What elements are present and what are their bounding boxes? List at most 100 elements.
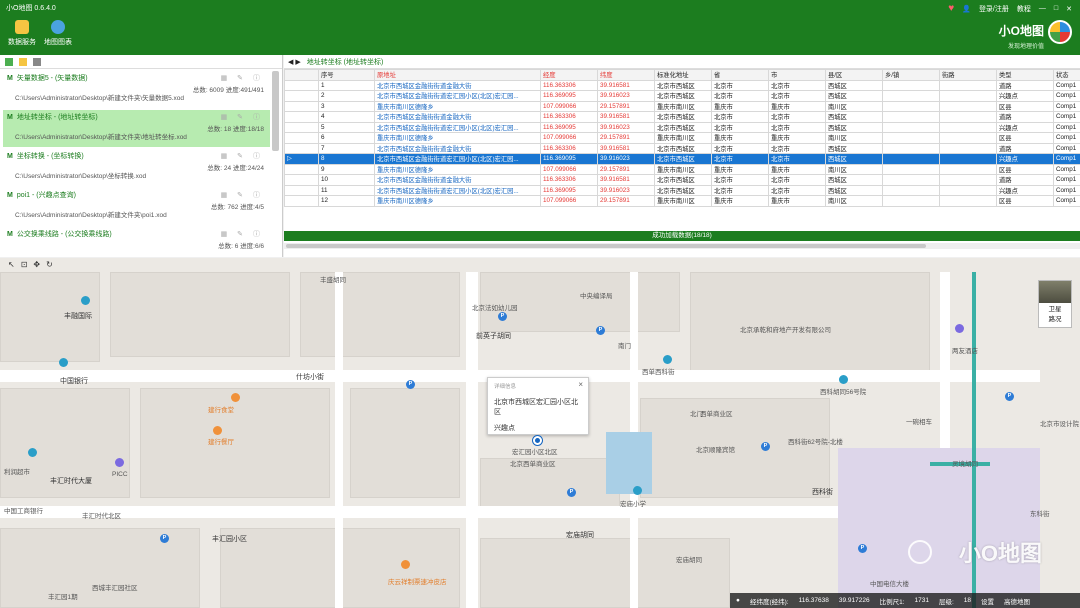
table-cell: 北京市 (711, 90, 769, 102)
task-action-icons[interactable]: ▦ ✎ ⓘ (221, 112, 264, 122)
column-header[interactable]: 序号 (318, 69, 375, 81)
table-row[interactable]: 5 北京市西城区金融街街道宏汇园小区(北区)宏汇园... 116.369095 39.… (284, 121, 1080, 133)
bank-icon[interactable] (59, 358, 68, 367)
table-row[interactable]: 10 北京市西城区金融街街道金融大街 116.363306 39.916581 北京市西… (284, 174, 1080, 186)
row-selector[interactable] (284, 195, 319, 207)
open-folder-icon[interactable] (19, 57, 27, 66)
column-header[interactable]: 标准化地址 (654, 69, 712, 81)
row-selector[interactable] (284, 121, 319, 133)
map-view[interactable]: ↖ ⊡ ✥ ↻ P P P P P P P P 丰融国际 中国银行 什坊小街 建… (0, 258, 1080, 608)
close-button[interactable]: ✕ (1066, 5, 1072, 13)
column-header[interactable]: 市 (768, 69, 826, 81)
new-task-icon[interactable] (5, 57, 13, 66)
satellite-thumbnail[interactable] (1039, 281, 1071, 303)
location-marker-icon[interactable] (533, 436, 542, 445)
row-selector[interactable] (284, 184, 319, 196)
row-selector[interactable] (284, 100, 319, 112)
task-item[interactable]: Mpoi1 - (兴趣点查询) ▦ ✎ ⓘ 总数: 762 进度:4/5 C:\… (3, 188, 270, 226)
map-source[interactable]: 高德地图 (1004, 596, 1030, 606)
tutorial-link[interactable]: 教程 (1017, 4, 1031, 14)
map-chart-button[interactable]: 地图图表 (38, 20, 78, 47)
column-header[interactable]: 经度 (540, 69, 598, 81)
row-selector[interactable] (284, 163, 319, 175)
row-selector[interactable] (284, 174, 319, 186)
column-header[interactable]: 纬度 (597, 69, 655, 81)
task-item[interactable]: M 公交换乘线路 - (公交换乘线路) ▦ ✎ ⓘ 总数: 6 进度:6/6 (3, 227, 270, 255)
settings-button[interactable]: 设置 (981, 596, 994, 606)
table-row[interactable]: ▷ 8 北京市西城区金融街街道宏汇园小区(北区)宏汇园... 116.369095 39… (284, 153, 1080, 165)
task-scrollbar[interactable] (272, 71, 279, 151)
list-icon[interactable] (33, 57, 41, 66)
table-row[interactable]: 11 北京市西城区金融街街道宏汇园小区(北区)宏汇园... 116.369095 39… (284, 184, 1080, 196)
table-row[interactable]: 4 北京市西城区金融街街道金融大街 116.363306 39.916581 北京市西城… (284, 111, 1080, 123)
parking-icon[interactable]: P (858, 544, 867, 553)
zoom-extent-icon[interactable]: ⊡ (21, 260, 28, 269)
row-selector[interactable] (284, 111, 319, 123)
minimize-button[interactable]: — (1039, 5, 1046, 12)
restaurant-icon[interactable] (213, 426, 222, 435)
task-action-icons[interactable]: ▦ ✎ ⓘ (221, 151, 264, 161)
table-row[interactable]: 6 重庆市南川区德隆乡 107.099066 29.157891 重庆市南川区 重庆市 重庆… (284, 132, 1080, 144)
task-item-active[interactable]: M 地址转坐标 - (地址转坐标) ▦ ✎ ⓘ 总数: 18 进度:18/18 C… (3, 110, 270, 147)
parking-icon[interactable]: P (596, 326, 605, 335)
tab-address-to-coord[interactable]: 地址转坐标 (地址转坐标) (307, 57, 384, 67)
building-icon[interactable] (663, 355, 672, 364)
table-row[interactable]: 12 重庆市南川区德隆乡 107.099066 29.157891 重庆市南川区 重庆市重… (284, 195, 1080, 207)
bus-stop-icon[interactable] (81, 296, 90, 305)
table-row[interactable]: 9 重庆市南川区德隆乡 107.099066 29.157891 重庆市南川区 重庆市 重庆… (284, 163, 1080, 175)
column-header[interactable]: 原地址 (374, 69, 541, 81)
task-item[interactable]: M 坐标转换 - (坐标转换) ▦ ✎ ⓘ 总数: 24 进度:24/24 C:\… (3, 149, 270, 187)
shop-icon[interactable] (28, 448, 37, 457)
column-header[interactable]: 县/区 (825, 69, 883, 81)
task-action-icons[interactable]: ▦ ✎ ⓘ (221, 229, 264, 239)
parking-icon[interactable]: P (498, 312, 507, 321)
row-selector[interactable] (284, 132, 319, 144)
heart-icon[interactable]: ♥ (948, 3, 954, 14)
select-tool-icon[interactable]: ↖ (8, 260, 15, 269)
table-cell: 南川区 (825, 163, 883, 175)
table-row[interactable]: 2 北京市西城区金融街街道宏汇园小区(北区)宏汇园... 116.369095 39.… (284, 90, 1080, 102)
column-header[interactable]: 街路 (939, 69, 997, 81)
table-row[interactable]: 3 重庆市南川区德隆乡 107.099066 29.157891 重庆市南川区 重庆市 重庆… (284, 100, 1080, 112)
map-label: 庆云祥制票速冲皮店 (388, 579, 447, 586)
satellite-toggle[interactable]: 卫星 (1039, 303, 1071, 313)
data-service-button[interactable]: 数据服务 (2, 20, 42, 47)
task-action-icons[interactable]: ▦ ✎ ⓘ (221, 190, 264, 200)
building-icon[interactable] (839, 375, 848, 384)
parking-icon[interactable]: P (761, 442, 770, 451)
column-header[interactable] (284, 69, 319, 81)
parking-icon[interactable]: P (567, 488, 576, 497)
pan-tool-icon[interactable]: ✥ (33, 260, 40, 269)
column-header[interactable]: 乡/镇 (882, 69, 940, 81)
table-row[interactable]: 1 北京市西城区金融街街道金融大街 116.363306 39.916581 北京市西城… (284, 79, 1080, 91)
row-selector[interactable] (284, 90, 319, 102)
column-header[interactable]: 状态 (1053, 69, 1080, 81)
table-cell: 6 (318, 132, 375, 144)
grid-toggle-icon[interactable]: ◀ ▶ (288, 58, 301, 66)
close-icon[interactable]: × (578, 380, 583, 389)
task-action-icons[interactable]: ▦ ✎ ⓘ (221, 73, 264, 83)
row-selector[interactable]: ▷ (284, 153, 319, 165)
task-item[interactable]: M 矢量数据5 - (矢量数据) ▦ ✎ ⓘ 总数: 6009 进度:491/49… (3, 71, 270, 109)
table-cell (882, 184, 940, 196)
grid-horizontal-scrollbar[interactable] (284, 243, 1080, 249)
traffic-toggle[interactable]: 路况 (1039, 313, 1071, 323)
refresh-icon[interactable]: ↻ (46, 260, 53, 269)
login-link[interactable]: 登录/注册 (979, 4, 1009, 14)
row-selector[interactable] (284, 142, 319, 154)
maximize-button[interactable]: □ (1054, 5, 1058, 12)
restaurant-icon[interactable] (231, 393, 240, 402)
hotel-icon[interactable] (955, 324, 964, 333)
table-row[interactable]: 7 北京市西城区金融街街道金融大街 116.363306 39.916581 北京市西城… (284, 142, 1080, 154)
parking-icon[interactable]: P (1005, 392, 1014, 401)
school-icon[interactable] (633, 486, 642, 495)
table-cell: 重庆市 (768, 195, 826, 207)
parking-icon[interactable]: P (160, 534, 169, 543)
shop-icon[interactable] (401, 560, 410, 569)
poi-icon[interactable] (115, 458, 124, 467)
parking-icon[interactable]: P (406, 380, 415, 389)
column-header[interactable]: 类型 (996, 69, 1054, 81)
row-selector[interactable] (284, 79, 319, 91)
column-header[interactable]: 省 (711, 69, 769, 81)
table-cell: 道路 (996, 79, 1054, 91)
